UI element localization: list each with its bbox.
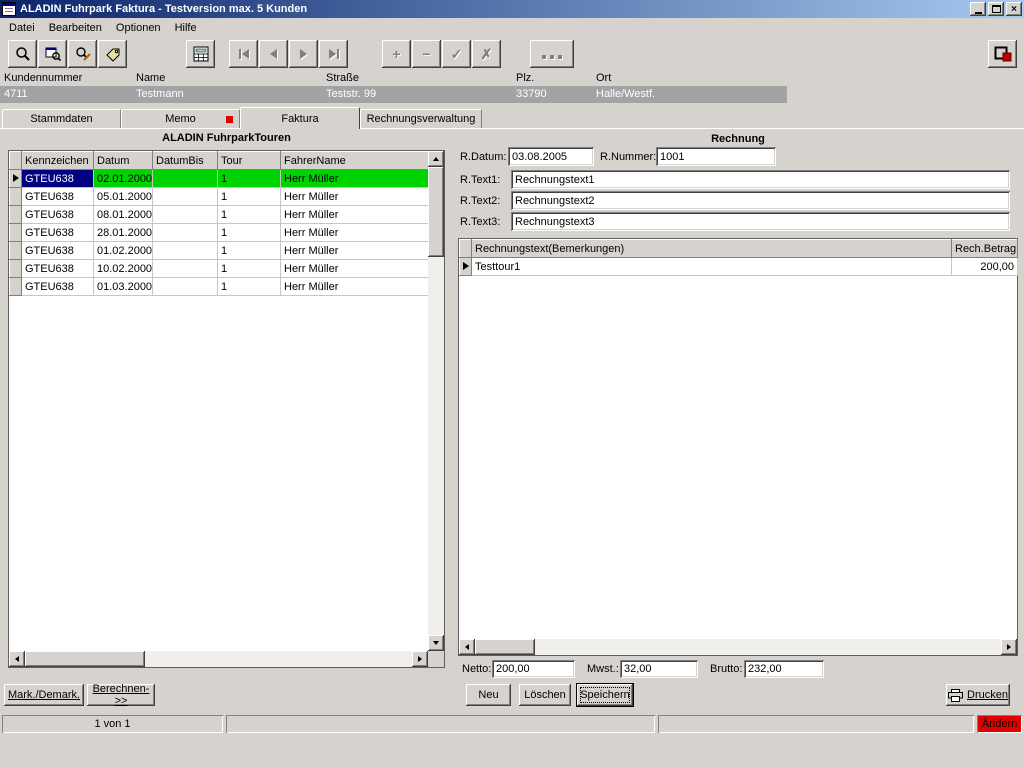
menu-item-optionen[interactable]: Optionen [109, 20, 168, 36]
tag-icon [105, 46, 121, 62]
maximize-button[interactable] [988, 2, 1004, 16]
tab-faktura[interactable]: Faktura [240, 107, 360, 129]
customer-number-label: Kundennummer [4, 72, 82, 84]
tab-page-faktura [0, 128, 1024, 713]
nav-prior-icon [270, 49, 277, 59]
status-record-panel: 1 von 1 [2, 715, 223, 733]
customer-city-label: Ort [596, 72, 611, 84]
nav-first-button[interactable] [229, 40, 258, 68]
menu-item-bearbeiten[interactable]: Bearbeiten [42, 20, 109, 36]
nav-next-icon [300, 49, 307, 59]
status-bar: 1 von 1 Ändern [0, 713, 1024, 735]
plus-icon: + [392, 47, 400, 61]
tab-rechnungsverwaltung[interactable]: Rechnungsverwaltung [360, 109, 482, 128]
minimize-icon [975, 12, 982, 14]
close-icon: × [1011, 4, 1017, 15]
app-icon[interactable] [2, 2, 16, 16]
customer-header-labels: Kundennummer Name Straße Plz. Ort [0, 72, 1024, 85]
options-button[interactable] [530, 40, 574, 68]
menu-item-datei[interactable]: Datei [2, 20, 42, 36]
tab-memo-label: Memo [165, 113, 196, 125]
cancel-record-button[interactable]: ✗ [472, 40, 501, 68]
close-button[interactable]: × [1006, 2, 1022, 16]
customer-number-value: 4711 [4, 88, 28, 100]
calculator-icon [193, 46, 209, 62]
search-edit-button[interactable] [68, 40, 97, 68]
status-panel [226, 715, 655, 733]
customer-values-band: 4711 Testmann Teststr. 99 33790 Halle/We… [0, 86, 787, 103]
status-mode-label: Ändern [982, 718, 1017, 730]
exit-button[interactable] [988, 40, 1017, 68]
search-edit-icon [75, 46, 91, 62]
search-icon [15, 46, 31, 62]
status-record-count: 1 von 1 [94, 718, 130, 730]
minimize-button[interactable] [970, 2, 986, 16]
tab-memo[interactable]: Memo [121, 109, 240, 128]
cross-icon: ✗ [481, 47, 493, 61]
nav-last-button[interactable] [319, 40, 348, 68]
title-bar: ALADIN Fuhrpark Faktura - Testversion ma… [0, 0, 1024, 18]
nav-next-button[interactable] [289, 40, 318, 68]
insert-record-button[interactable]: + [382, 40, 411, 68]
status-mode-badge: Ändern [977, 715, 1022, 733]
search-button[interactable] [8, 40, 37, 68]
customer-city-value: Halle/Westf. [596, 88, 655, 100]
customer-street-value: Teststr. 99 [326, 88, 376, 100]
tab-faktura-label: Faktura [281, 113, 318, 125]
exit-icon [994, 46, 1012, 62]
status-panel [658, 715, 974, 733]
maximize-icon [992, 5, 1001, 13]
customer-name-value: Testmann [136, 88, 184, 100]
minus-icon: − [422, 47, 430, 61]
check-icon: ✓ [451, 47, 463, 61]
delete-record-button[interactable]: − [412, 40, 441, 68]
tab-stammdaten-label: Stammdaten [30, 113, 92, 125]
nav-prior-button[interactable] [259, 40, 288, 68]
lookup-icon [45, 46, 61, 62]
memo-indicator-icon [226, 116, 233, 123]
nav-first-icon [239, 49, 249, 59]
customer-street-label: Straße [326, 72, 359, 84]
customer-zip-value: 33790 [516, 88, 547, 100]
tag-button[interactable] [98, 40, 127, 68]
menu-bar: Datei Bearbeiten Optionen Hilfe [0, 18, 1024, 37]
customer-name-label: Name [136, 72, 165, 84]
tab-rechnungsverwaltung-label: Rechnungsverwaltung [367, 113, 476, 125]
post-record-button[interactable]: ✓ [442, 40, 471, 68]
customer-zip-label: Plz. [516, 72, 534, 84]
menu-item-hilfe[interactable]: Hilfe [168, 20, 204, 36]
lookup-button[interactable] [38, 40, 67, 68]
nav-last-icon [329, 49, 339, 59]
toolbar: + − ✓ ✗ [0, 37, 1024, 71]
calculator-button[interactable] [186, 40, 215, 68]
ellipsis-icon [540, 47, 564, 62]
window-title: ALADIN Fuhrpark Faktura - Testversion ma… [20, 3, 968, 15]
tab-stammdaten[interactable]: Stammdaten [2, 109, 121, 128]
application-window: ALADIN Fuhrpark Faktura - Testversion ma… [0, 0, 1024, 768]
tab-strip: Stammdaten Memo Faktura Rechnungsverwalt… [0, 107, 1024, 129]
